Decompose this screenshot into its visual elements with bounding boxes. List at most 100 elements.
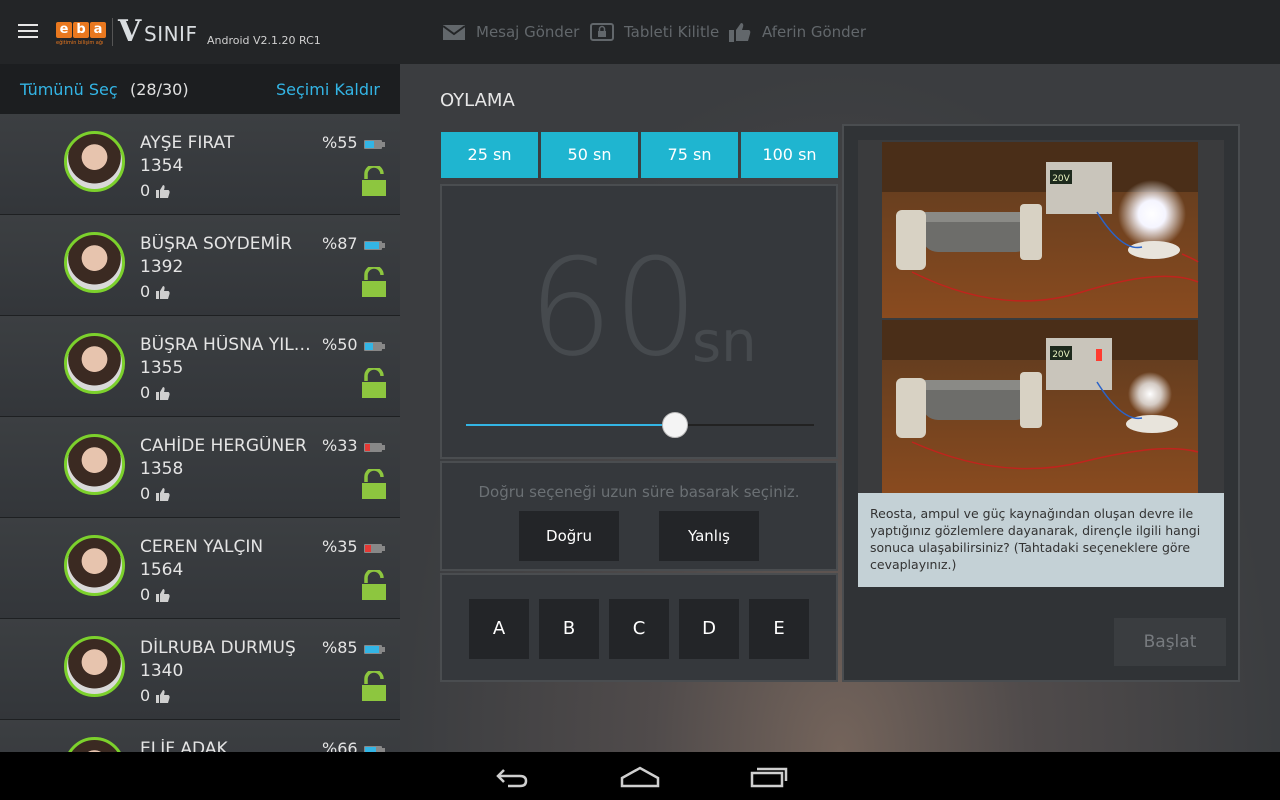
student-list: AYŞE FIRAT 1354 0 %55 BÜŞRA SOYDEMİR 1392 0 %87… bbox=[0, 114, 400, 752]
student-battery-percent: %50 bbox=[322, 335, 358, 354]
unlock-icon[interactable] bbox=[361, 166, 387, 198]
time-75-button[interactable]: 75 sn bbox=[641, 132, 738, 178]
select-all-button[interactable]: Tümünü Seç bbox=[20, 80, 118, 99]
option-e-button[interactable]: E bbox=[749, 599, 809, 659]
top-bar: eba eğitimin bilişim ağı V SINIF Android… bbox=[0, 0, 1280, 64]
timer-value: 60 bbox=[528, 230, 699, 386]
unlock-icon[interactable] bbox=[361, 368, 387, 400]
time-50-button[interactable]: 50 sn bbox=[541, 132, 638, 178]
send-praise-button[interactable]: Aferin Gönder bbox=[728, 22, 866, 42]
selection-bar: Tümünü Seç (28/30) Seçimi Kaldır bbox=[0, 64, 400, 114]
battery-icon bbox=[364, 645, 385, 654]
top-voltage-readout: 20V bbox=[1052, 174, 1070, 184]
student-likes: 0 bbox=[140, 484, 170, 503]
student-number: 1392 bbox=[140, 257, 184, 277]
student-like-count: 0 bbox=[140, 484, 151, 503]
student-avatar bbox=[64, 434, 125, 495]
student-number: 1355 bbox=[140, 358, 184, 378]
student-avatar bbox=[64, 333, 125, 394]
battery-level bbox=[365, 343, 373, 350]
student-row[interactable]: AYŞE FIRAT 1354 0 %55 bbox=[0, 114, 400, 215]
student-name: CEREN YALÇIN bbox=[140, 537, 264, 557]
vsinif-logo-v: V bbox=[118, 14, 142, 49]
unlock-icon[interactable] bbox=[361, 671, 387, 703]
option-d-button[interactable]: D bbox=[679, 599, 739, 659]
student-row[interactable]: BÜŞRA HÜSNA YILDIZ 1355 0 %50 bbox=[0, 316, 400, 417]
battery-icon bbox=[364, 241, 385, 250]
time-25-button[interactable]: 25 sn bbox=[441, 132, 538, 178]
student-avatar bbox=[64, 737, 125, 752]
student-number: 1354 bbox=[140, 156, 184, 176]
timer-slider-fill bbox=[466, 424, 675, 426]
true-false-box: Doğru seçeneği uzun süre basarak seçiniz… bbox=[440, 461, 838, 571]
tablet-lock-icon bbox=[590, 23, 614, 41]
student-battery-percent: %33 bbox=[322, 436, 358, 455]
timer-slider-thumb[interactable] bbox=[661, 412, 688, 438]
true-button[interactable]: Doğru bbox=[519, 511, 619, 561]
unlock-icon[interactable] bbox=[361, 267, 387, 299]
start-button[interactable]: Başlat bbox=[1114, 618, 1226, 666]
student-name: ELİF ADAK bbox=[140, 739, 228, 752]
timer-unit: sn bbox=[692, 310, 757, 375]
student-name: DİLRUBA DURMUŞ bbox=[140, 638, 296, 658]
time-100-button[interactable]: 100 sn bbox=[741, 132, 838, 178]
student-battery-percent: %35 bbox=[322, 537, 358, 556]
student-likes: 0 bbox=[140, 282, 170, 301]
student-like-count: 0 bbox=[140, 383, 151, 402]
send-message-button[interactable]: Mesaj Gönder bbox=[442, 22, 579, 42]
send-message-label: Mesaj Gönder bbox=[476, 23, 580, 41]
false-button[interactable]: Yanlış bbox=[659, 511, 759, 561]
student-row[interactable]: BÜŞRA SOYDEMİR 1392 0 %87 bbox=[0, 215, 400, 316]
student-battery-percent: %55 bbox=[322, 133, 358, 152]
student-name: AYŞE FIRAT bbox=[140, 133, 235, 153]
page-title: OYLAMA bbox=[440, 90, 515, 111]
vsinif-logo-word: SINIF bbox=[144, 22, 198, 46]
menu-icon[interactable] bbox=[18, 24, 38, 40]
home-icon[interactable] bbox=[620, 764, 660, 788]
student-likes: 0 bbox=[140, 585, 170, 604]
student-avatar bbox=[64, 131, 125, 192]
unlock-icon[interactable] bbox=[361, 570, 387, 602]
student-row[interactable]: ELİF ADAK %66 bbox=[0, 720, 400, 752]
student-name: BÜŞRA HÜSNA YILDIZ bbox=[140, 335, 322, 355]
battery-icon bbox=[364, 342, 385, 351]
bottom-voltage-readout: 20V bbox=[1052, 350, 1070, 360]
back-icon[interactable] bbox=[494, 764, 530, 788]
recent-apps-icon[interactable] bbox=[750, 764, 790, 788]
thumbs-up-icon bbox=[156, 689, 170, 703]
clear-selection-button[interactable]: Seçimi Kaldır bbox=[276, 80, 380, 99]
battery-level bbox=[365, 242, 379, 249]
student-avatar bbox=[64, 535, 125, 596]
student-like-count: 0 bbox=[140, 686, 151, 705]
lock-tablet-button[interactable]: Tableti Kilitle bbox=[590, 22, 719, 42]
student-row[interactable]: DİLRUBA DURMUŞ 1340 0 %85 bbox=[0, 619, 400, 720]
student-row[interactable]: CAHİDE HERGÜNER 1358 0 %33 bbox=[0, 417, 400, 518]
battery-level bbox=[365, 545, 371, 552]
option-a-button[interactable]: A bbox=[469, 599, 529, 659]
voting-panel: OYLAMA 25 sn 50 sn 75 sn 100 sn 60 sn Do… bbox=[400, 64, 1280, 752]
student-battery-percent: %87 bbox=[322, 234, 358, 253]
question-text: Reosta, ampul ve güç kaynağından oluşan … bbox=[858, 493, 1224, 587]
envelope-icon bbox=[442, 25, 466, 40]
options-box: A B C D E bbox=[440, 573, 838, 682]
thumbs-up-icon bbox=[156, 285, 170, 299]
hint-text: Doğru seçeneği uzun süre basarak seçiniz… bbox=[478, 483, 800, 501]
student-row[interactable]: CEREN YALÇIN 1564 0 %35 bbox=[0, 518, 400, 619]
option-c-button[interactable]: C bbox=[609, 599, 669, 659]
unlock-icon[interactable] bbox=[361, 469, 387, 501]
student-like-count: 0 bbox=[140, 585, 151, 604]
send-praise-label: Aferin Gönder bbox=[762, 23, 867, 41]
option-b-button[interactable]: B bbox=[539, 599, 599, 659]
battery-level bbox=[365, 444, 370, 451]
student-avatar bbox=[64, 636, 125, 697]
student-name: CAHİDE HERGÜNER bbox=[140, 436, 307, 456]
timer-box: 60 sn bbox=[440, 184, 838, 459]
lock-tablet-label: Tableti Kilitle bbox=[624, 23, 720, 41]
thumbs-up-icon bbox=[156, 386, 170, 400]
student-likes: 0 bbox=[140, 686, 170, 705]
thumbs-up-icon bbox=[156, 588, 170, 602]
system-nav-bar bbox=[0, 752, 1280, 800]
student-number: 1564 bbox=[140, 560, 184, 580]
question-image-frame: 20V 20V bbox=[858, 140, 1224, 496]
student-avatar bbox=[64, 232, 125, 293]
